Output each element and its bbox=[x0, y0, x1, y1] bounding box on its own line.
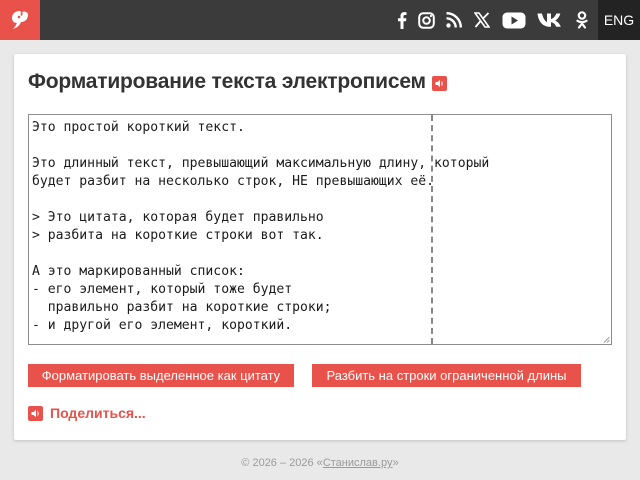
facebook-icon bbox=[398, 11, 407, 29]
vk-link[interactable] bbox=[536, 0, 566, 40]
youtube-icon bbox=[502, 12, 526, 28]
social-ok-wrap bbox=[574, 0, 590, 40]
x-icon bbox=[474, 12, 490, 28]
odnoklassniki-link[interactable] bbox=[574, 0, 590, 40]
line-length-guide bbox=[431, 115, 433, 344]
share-label: Поделиться... bbox=[50, 405, 146, 421]
format-quote-button[interactable]: Форматировать выделенное как цитату bbox=[28, 364, 294, 387]
footer-suffix: » bbox=[392, 457, 399, 469]
editor-line: - и другой его элемент, короткий. bbox=[32, 318, 293, 333]
editor-line: > Это цитата, которая будет правильно bbox=[32, 210, 324, 225]
social-youtube-wrap bbox=[501, 0, 527, 40]
content-card: Форматирование текста электрописем Это п… bbox=[14, 54, 626, 440]
top-bar: ENG bbox=[0, 0, 640, 40]
editor-line: будет разбит на несколько строк, НЕ прев… bbox=[32, 174, 435, 189]
instagram-icon bbox=[417, 11, 435, 29]
editor-line: правильно разбит на короткие строки; bbox=[32, 300, 332, 315]
editor-line: - его элемент, который тоже будет bbox=[32, 282, 293, 297]
speaker-icon bbox=[435, 79, 443, 88]
speaker-icon bbox=[31, 409, 39, 417]
social-instagram-wrap bbox=[416, 0, 436, 40]
site-logo[interactable] bbox=[0, 0, 40, 40]
social-links bbox=[393, 0, 411, 40]
facebook-link[interactable] bbox=[393, 0, 411, 40]
social-x-wrap bbox=[472, 0, 492, 40]
rss-icon bbox=[446, 12, 462, 28]
youtube-link[interactable] bbox=[501, 0, 527, 40]
editor-line: Это длинный текст, превышающий максималь… bbox=[32, 156, 490, 171]
wrap-lines-button[interactable]: Разбить на строки ограниченной длины bbox=[312, 364, 581, 387]
editor-line: Это простой короткий текст. bbox=[32, 120, 245, 135]
social-rss-wrap bbox=[444, 0, 464, 40]
resize-grip-icon[interactable] bbox=[603, 336, 610, 343]
page-title: Форматирование текста электрописем bbox=[28, 70, 447, 94]
rss-link[interactable] bbox=[444, 0, 464, 40]
text-editor[interactable]: Это простой короткий текст. Это длинный т… bbox=[28, 114, 612, 345]
editor-line: А это маркированный список: bbox=[32, 264, 245, 279]
social-vk-wrap bbox=[536, 0, 566, 40]
x-link[interactable] bbox=[472, 0, 492, 40]
share-link[interactable]: Поделиться... bbox=[28, 405, 146, 421]
page-title-text: Форматирование текста электрописем bbox=[28, 70, 426, 93]
instagram-link[interactable] bbox=[416, 0, 436, 40]
footer: © 2026 – 2026 «Станислав.ру» bbox=[0, 457, 640, 469]
listen-button[interactable] bbox=[431, 76, 447, 91]
odnoklassniki-icon bbox=[576, 11, 588, 29]
editor-line: > разбита на короткие строки вот так. bbox=[32, 228, 324, 243]
phoenix-logo-icon bbox=[12, 11, 28, 29]
footer-site-link[interactable]: Станислав.ру bbox=[323, 457, 393, 469]
vk-icon bbox=[537, 13, 561, 27]
editor-content[interactable]: Это простой короткий текст. Это длинный т… bbox=[32, 119, 489, 335]
share-speaker-button bbox=[28, 405, 43, 421]
language-switch[interactable]: ENG bbox=[598, 0, 640, 40]
footer-copyright: © 2026 – 2026 « bbox=[241, 457, 323, 469]
